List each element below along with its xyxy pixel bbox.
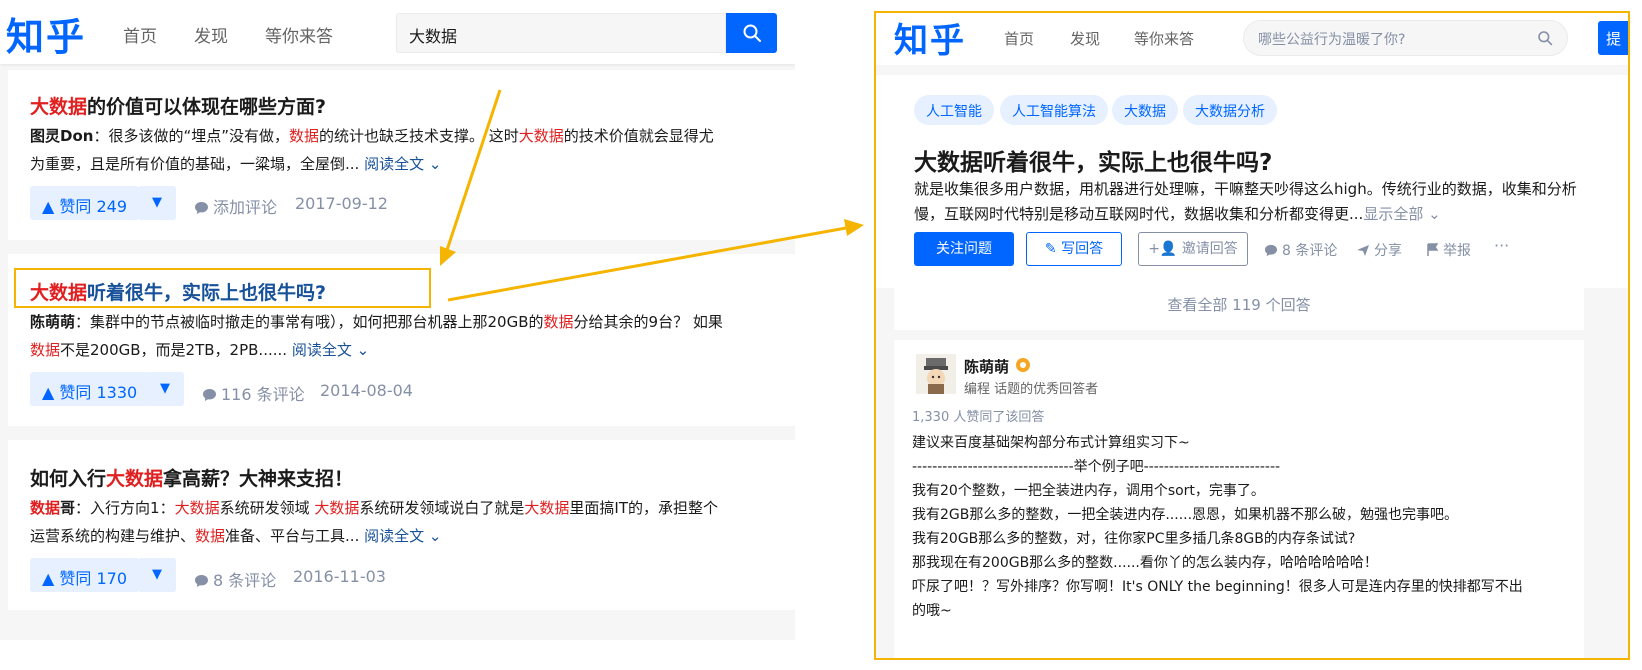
topic-tag[interactable]: 人工智能 xyxy=(914,95,994,125)
annotation-arrowhead-right xyxy=(844,219,864,236)
question-header: 人工智能 人工智能算法 大数据 大数据分析 大数据听着很牛，实际上也很牛吗? 就… xyxy=(876,75,1628,288)
nav-discover[interactable]: 发现 xyxy=(1070,28,1100,49)
zhihu-logo[interactable]: 知乎 xyxy=(894,13,966,62)
ask-question-button[interactable]: 提 xyxy=(1598,21,1628,55)
flag-icon xyxy=(1427,243,1439,256)
topic-tag[interactable]: 人工智能算法 xyxy=(1000,95,1108,125)
question-title: 大数据听着很牛，实际上也很牛吗? xyxy=(914,150,1273,176)
chevron-down-icon: ⌄ xyxy=(1428,205,1441,223)
topic-tag[interactable]: 大数据 xyxy=(1112,95,1178,125)
write-answer-button[interactable]: ✎ 写回答 xyxy=(1026,232,1122,266)
answer-text-line: 的哦~ xyxy=(912,603,952,619)
report-button[interactable]: 举报 xyxy=(1426,240,1471,260)
answer-author-name[interactable]: 陈萌萌 xyxy=(964,356,1009,377)
search-input[interactable]: 哪些公益行为温暖了你? xyxy=(1243,20,1568,56)
answer-text-line: 那我现在有200GB那么多的整数......看你丫的怎么装内存，哈哈哈哈哈哈！ xyxy=(912,555,1378,571)
question-description-line2: 慢，互联网时代特别是移动互联网时代，数据收集和分析都变得更...显示全部 ⌄ xyxy=(914,205,1441,223)
share-icon xyxy=(1357,245,1369,256)
share-button[interactable]: 分享 xyxy=(1356,240,1402,260)
show-all-link[interactable]: 显示全部 ⌄ xyxy=(1363,205,1440,223)
annotation-arrowhead-down xyxy=(440,246,456,266)
top-bar: 知乎 首页 发现 等你来答 哪些公益行为温暖了你? 提 xyxy=(876,13,1628,65)
question-page-panel: 知乎 首页 发现 等你来答 哪些公益行为温暖了你? 提 人工智能 人工智能算法 … xyxy=(874,11,1630,660)
comment-icon xyxy=(1264,244,1278,257)
answer-text-line: 吓尿了吧！？写外排序？你写啊！It's ONLY the beginning！很… xyxy=(912,579,1523,595)
answer-text-line: --------------------------------举个例子吧---… xyxy=(912,459,1281,475)
invite-answer-button[interactable]: +👤 邀请回答 xyxy=(1138,232,1248,266)
pencil-icon: ✎ xyxy=(1044,241,1057,257)
answer-text-line: 我有20GB那么多的整数，对，往你家PC里多插几条8GB的内存条试试? xyxy=(912,531,1356,547)
question-description: 就是收集很多用户数据，用机器进行处理嘛，干嘛整天吵得这么high。传统行业的数据… xyxy=(914,180,1577,198)
comments-button[interactable]: 8 条评论 xyxy=(1264,240,1337,260)
nav-home[interactable]: 首页 xyxy=(1004,28,1034,49)
avatar[interactable] xyxy=(916,354,956,394)
annotation-arrow-right xyxy=(447,226,847,302)
answer-text-line: 我有2GB那么多的整数，一把全装进内存......恩恩，如果机器不那么破，勉强也… xyxy=(912,507,1459,523)
add-user-icon: +👤 xyxy=(1148,241,1178,257)
answer-author-bio: 编程 话题的优秀回答者 xyxy=(964,382,1099,397)
annotation-arrow-down xyxy=(445,89,502,251)
nav-waiting-answers[interactable]: 等你来答 xyxy=(1134,28,1194,49)
follow-question-button[interactable]: 关注问题 xyxy=(914,232,1014,266)
more-actions-button[interactable]: ··· xyxy=(1494,236,1509,255)
excellent-answerer-badge-icon xyxy=(1016,358,1030,372)
search-icon[interactable] xyxy=(1537,30,1553,46)
answer-vote-count: 1,330 人赞同了该回答 xyxy=(912,410,1045,425)
answer-text-line: 我有20个整数，一把全装进内存，调用个sort，完事了。 xyxy=(912,483,1265,499)
answer-text-line: 建议来百度基础架构部分布式计算组实习下~ xyxy=(912,435,1190,451)
answer-card: 陈萌萌 编程 话题的优秀回答者 1,330 人赞同了该回答 建议来百度基础架构部… xyxy=(894,340,1584,658)
view-all-answers-link[interactable]: 查看全部 119 个回答 xyxy=(894,280,1584,330)
topic-tag[interactable]: 大数据分析 xyxy=(1183,95,1277,125)
